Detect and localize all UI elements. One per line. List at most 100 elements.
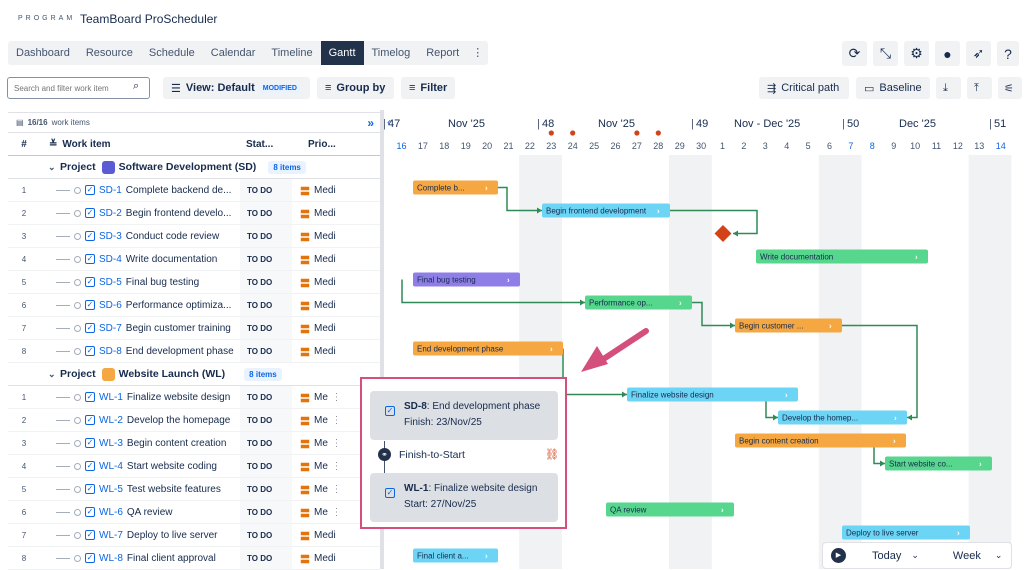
lightbulb-icon[interactable]: ● <box>935 41 960 66</box>
work-item-cell[interactable]: ✓ SD-4 Write documentation <box>40 254 240 265</box>
status-badge[interactable]: TO DO <box>240 432 292 454</box>
status-badge[interactable]: TO DO <box>240 386 292 408</box>
drag-handle-icon[interactable] <box>74 255 81 263</box>
status-badge[interactable]: TO DO <box>240 501 292 523</box>
collapse-icon[interactable]: ⤡ <box>873 41 898 66</box>
status-badge[interactable]: TO DO <box>240 547 292 569</box>
table-row[interactable]: 7 ✓ WL-7 Deploy to live server TO DO 〓 Medi… <box>8 524 380 547</box>
more-icon[interactable]: ⋮ <box>332 507 337 518</box>
drag-handle-icon[interactable] <box>74 186 81 194</box>
chevron-right-icon[interactable]: › <box>957 529 960 538</box>
drag-handle-icon[interactable] <box>74 439 81 447</box>
scroll-back-icon[interactable]: ‹ <box>387 115 391 129</box>
col-priority[interactable]: Prio... <box>292 139 337 150</box>
scale-select[interactable]: Week <box>953 550 981 562</box>
drag-handle-icon[interactable] <box>74 301 81 309</box>
work-item-title[interactable]: QA review <box>127 507 173 518</box>
tab-timeline[interactable]: Timeline <box>263 41 320 65</box>
chevron-right-icon[interactable]: › <box>979 460 982 469</box>
table-row[interactable]: 8 ✓ SD-8 End development phase TO DO 〓 Medi… <box>8 340 380 363</box>
work-item-cell[interactable]: ✓ SD-8 End development phase <box>40 346 240 357</box>
col-status[interactable]: Stat... <box>240 139 292 150</box>
work-item-title[interactable]: Test website features <box>127 484 221 495</box>
work-item-cell[interactable]: ✓ WL-4 Start website coding <box>40 461 240 472</box>
status-badge[interactable]: TO DO <box>240 294 292 316</box>
more-icon[interactable]: ⋮ <box>332 415 337 426</box>
chevron-right-icon[interactable]: › <box>893 437 896 446</box>
priority-cell[interactable]: 〓Medi⋮ <box>292 275 337 290</box>
table-row[interactable]: 6 ✓ WL-6 QA review TO DO 〓 Me ⋮ <box>8 501 380 524</box>
table-row[interactable]: 4 ✓ WL-4 Start website coding TO DO 〓 Me ⋮ <box>8 455 380 478</box>
drag-handle-icon[interactable] <box>74 209 81 217</box>
status-badge[interactable]: TO DO <box>240 202 292 224</box>
priority-cell[interactable]: 〓 Me ⋮ <box>292 505 337 520</box>
drag-handle-icon[interactable] <box>74 508 81 516</box>
download-icon[interactable]: ⤓ <box>936 77 961 99</box>
milestone-diamond[interactable] <box>714 225 732 242</box>
project-row[interactable]: ⌄ Project Website Launch (WL) 8 items <box>8 363 380 386</box>
status-badge[interactable]: TO DO <box>240 317 292 339</box>
work-item-key[interactable]: SD-4 <box>99 254 122 265</box>
collapse-all-icon[interactable]: ≚ <box>49 139 57 150</box>
drag-handle-icon[interactable] <box>74 462 81 470</box>
priority-cell[interactable]: 〓Medi⋮ <box>292 252 337 267</box>
work-item-cell[interactable]: ✓ WL-5 Test website features <box>40 484 240 495</box>
work-item-key[interactable]: SD-3 <box>99 231 122 242</box>
work-item-cell[interactable]: ✓ SD-5 Final bug testing <box>40 277 240 288</box>
priority-cell[interactable]: 〓Medi⋮ <box>292 206 337 221</box>
work-item-key[interactable]: WL-1 <box>99 392 123 403</box>
work-item-title[interactable]: Final bug testing <box>126 277 199 288</box>
work-item-cell[interactable]: ✓ SD-7 Begin customer training <box>40 323 240 334</box>
priority-cell[interactable]: 〓Medi⋮ <box>292 229 337 244</box>
more-icon[interactable]: ⋮ <box>332 392 337 403</box>
chevron-right-icon[interactable]: › <box>550 345 553 354</box>
tab-resource[interactable]: Resource <box>78 41 141 65</box>
chevron-right-icon[interactable]: › <box>679 299 682 308</box>
status-badge[interactable]: TO DO <box>240 524 292 546</box>
search-icon[interactable]: ⌕ <box>133 80 139 93</box>
chevron-right-icon[interactable]: › <box>829 322 832 331</box>
drag-handle-icon[interactable] <box>74 554 81 562</box>
status-badge[interactable]: TO DO <box>240 248 292 270</box>
baseline-button[interactable]: ▭ Baseline <box>856 77 930 99</box>
priority-cell[interactable]: 〓 Me ⋮ <box>292 390 337 405</box>
work-item-title[interactable]: Develop the homepage <box>127 415 230 426</box>
work-item-title[interactable]: Begin frontend develo... <box>126 208 232 219</box>
work-item-cell[interactable]: ✓ WL-3 Begin content creation <box>40 438 240 449</box>
table-row[interactable]: 2 ✓ WL-2 Develop the homepage TO DO 〓 Me ⋮ <box>8 409 380 432</box>
work-item-key[interactable]: WL-2 <box>99 415 123 426</box>
work-item-title[interactable]: End development phase <box>126 346 234 357</box>
table-row[interactable]: 3 ✓SD-3Conduct code review TO DO 〓Medi⋮ <box>8 225 380 248</box>
help-icon[interactable]: ? <box>997 41 1019 66</box>
chevron-down-icon[interactable]: ⌄ <box>48 162 60 173</box>
unlink-icon[interactable]: ⛓ <box>545 448 559 461</box>
status-badge[interactable]: TO DO <box>240 409 292 431</box>
chevron-right-icon[interactable]: › <box>657 207 660 216</box>
table-row[interactable]: 1 ✓ SD-1 Complete backend de... TO DO 〓 Med… <box>8 179 380 202</box>
table-row[interactable]: 8 ✓ WL-8 Final client approval TO DO 〓 Medi… <box>8 547 380 570</box>
priority-cell[interactable]: 〓Medi⋮ <box>292 551 337 566</box>
tab-timelog[interactable]: Timelog <box>364 41 419 65</box>
table-row[interactable]: 5 ✓ WL-5 Test website features TO DO 〓 Me ⋮ <box>8 478 380 501</box>
more-icon[interactable]: ⋮ <box>332 461 337 472</box>
table-row[interactable]: 1 ✓ WL-1 Finalize website design TO DO 〓 Me… <box>8 386 380 409</box>
work-item-key[interactable]: WL-5 <box>99 484 123 495</box>
priority-cell[interactable]: 〓Medi⋮ <box>292 321 337 336</box>
group-by-button[interactable]: ≡ Group by <box>317 77 394 99</box>
tab-gantt[interactable]: Gantt <box>320 41 364 65</box>
work-item-key[interactable]: SD-7 <box>99 323 122 334</box>
work-item-key[interactable]: SD-6 <box>99 300 122 311</box>
priority-cell[interactable]: 〓 Me ⋮ <box>292 482 337 497</box>
filter-button[interactable]: ≡ Filter <box>401 77 455 99</box>
priority-cell[interactable]: 〓Medi⋮ <box>292 298 337 313</box>
drag-handle-icon[interactable] <box>74 485 81 493</box>
dependency-to-card[interactable]: ✓ WL-1: Finalize website design Start: 2… <box>370 473 558 522</box>
work-item-title[interactable]: Start website coding <box>127 461 217 472</box>
work-item-key[interactable]: SD-2 <box>99 208 122 219</box>
chevron-right-icon[interactable]: › <box>721 506 724 515</box>
chevron-right-icon[interactable]: › <box>507 276 510 285</box>
drag-handle-icon[interactable] <box>74 416 81 424</box>
chevron-right-icon[interactable]: › <box>485 552 488 561</box>
chevron-right-icon[interactable]: › <box>915 253 918 262</box>
rocket-icon[interactable]: ➶ <box>966 41 991 66</box>
